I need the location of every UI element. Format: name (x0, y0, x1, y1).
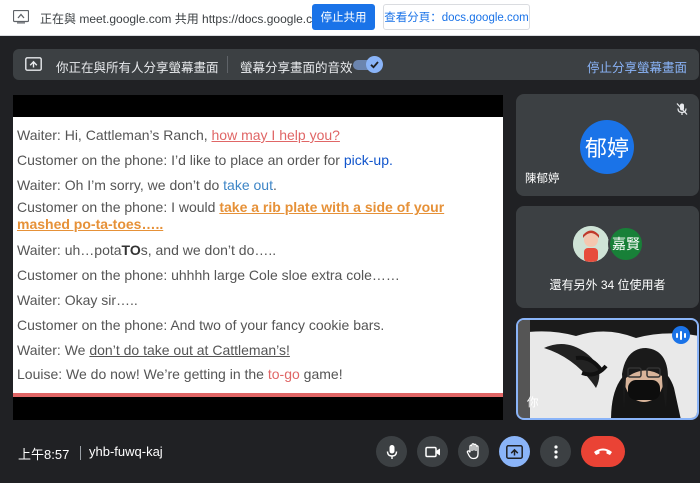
slide-line-2: Customer on the phone: I’d like to place… (17, 151, 393, 168)
slide-line-4: Customer on the phone: I would take a ri… (17, 199, 445, 233)
mic-off-icon (676, 103, 688, 115)
participant-name: 陳郁婷 (525, 173, 560, 185)
view-tab-button[interactable]: 查看分頁：docs.google.com (383, 4, 530, 30)
more-options-button[interactable] (540, 436, 571, 467)
slide-line-9: Waiter: We don’t do take out at Cattlema… (17, 341, 290, 358)
more-participants-text: 還有另外 34 位使用者 (549, 278, 666, 292)
others-tile[interactable]: 嘉賢 還有另外 34 位使用者 (516, 206, 699, 308)
microphone-icon (386, 444, 397, 459)
self-video-tile[interactable]: 你 (516, 318, 699, 420)
screen-share-icon (13, 10, 29, 24)
presenting-banner: 你正在與所有人分享螢幕畫面 螢幕分享畫面的音效 停止分享螢幕畫面 (13, 49, 699, 80)
present-screen-icon (506, 444, 523, 459)
present-button[interactable] (499, 436, 530, 467)
stop-presenting-link[interactable]: 停止分享螢幕畫面 (587, 57, 687, 76)
stop-sharing-button[interactable]: 停止共用 (312, 4, 375, 30)
meeting-code: yhb-fuwq-kaj (89, 444, 163, 459)
slide-line-3: Waiter: Oh I’m sorry, we don’t do take o… (17, 176, 277, 193)
share-audio-toggle[interactable] (353, 56, 384, 73)
slide-line-6: Customer on the phone: uhhhh large Cole … (17, 267, 400, 284)
raise-hand-button[interactable] (458, 436, 489, 467)
microphone-button[interactable] (376, 436, 407, 467)
hand-icon (466, 443, 479, 460)
slide-line-8: Customer on the phone: And two of your f… (17, 316, 385, 333)
meeting-time: 上午8:57 (18, 447, 70, 462)
camera-icon (424, 446, 440, 457)
toggle-knob (366, 56, 383, 73)
more-vert-icon (553, 444, 558, 459)
avatar: 嘉賢 (608, 226, 644, 262)
bottom-control-bar: 上午8:57 yhb-fuwq-kaj (0, 430, 700, 483)
participant-tile[interactable]: 郁婷 陳郁婷 (516, 94, 699, 196)
leave-call-button[interactable] (581, 436, 625, 467)
divider (227, 56, 228, 73)
avatar (573, 226, 609, 262)
hang-up-icon (594, 448, 612, 455)
slide-accent-line (13, 393, 503, 397)
sharing-status-text: 正在與 meet.google.com 共用 https://docs.goog… (40, 12, 329, 26)
check-icon (370, 61, 379, 69)
slide-line-7: Waiter: Okay sir….. (17, 291, 138, 308)
speaking-indicator-icon (672, 326, 690, 344)
slide-line-1: Waiter: Hi, Cattleman’s Ranch, how may I… (17, 127, 340, 143)
divider (80, 446, 81, 460)
camera-button[interactable] (417, 436, 448, 467)
presenting-text: 你正在與所有人分享螢幕畫面 (56, 61, 219, 75)
cartoon-avatar-icon (573, 226, 609, 262)
slide-content: Waiter: Hi, Cattleman’s Ranch, how may I… (13, 117, 503, 397)
slide-line-5: Waiter: uh…potaTOs, and we don’t do….. (17, 242, 277, 259)
self-label: 你 (527, 397, 539, 409)
chrome-share-bar: 正在與 meet.google.com 共用 https://docs.goog… (0, 0, 700, 36)
share-audio-label: 螢幕分享畫面的音效 (240, 61, 353, 75)
slide-line-10: Louise: We do now! We’re getting in the … (17, 366, 343, 383)
shared-screen: Waiter: Hi, Cattleman’s Ranch, how may I… (13, 95, 503, 420)
present-screen-icon (25, 57, 42, 71)
avatar: 郁婷 (580, 120, 634, 174)
